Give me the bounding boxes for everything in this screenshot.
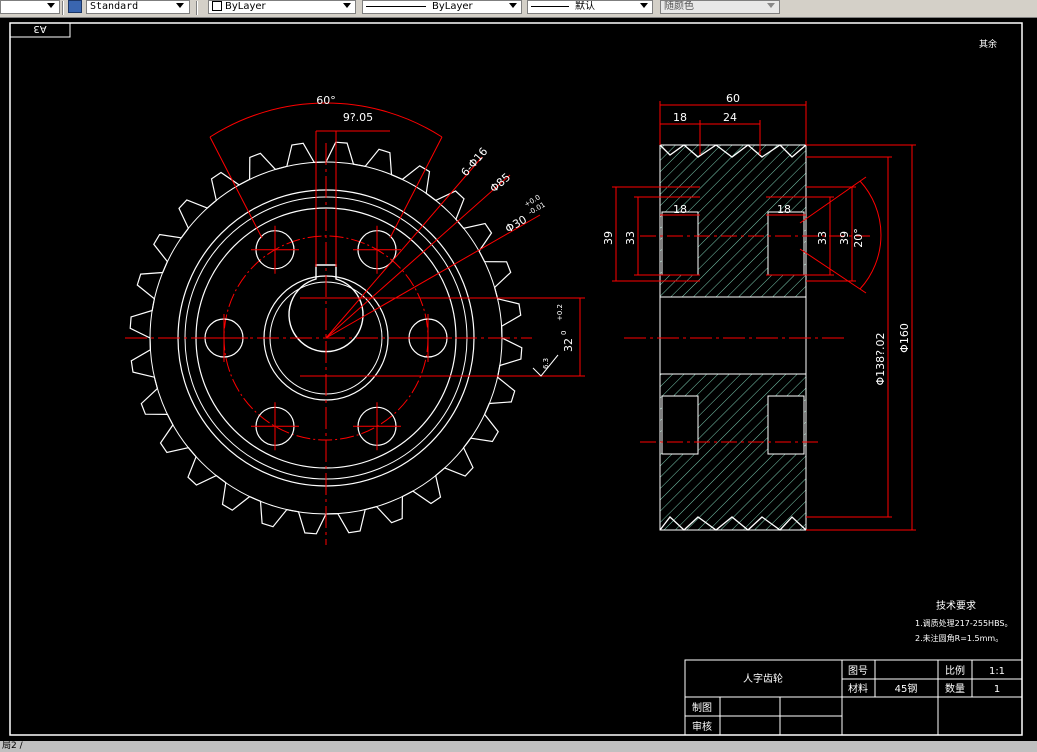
plot-style-value: 随颜色	[664, 1, 694, 12]
linetype-dropdown[interactable]: ByLayer	[362, 0, 522, 14]
layout-tabs[interactable]: 局2 /	[0, 741, 1037, 752]
plot-style-dropdown[interactable]: 随颜色	[660, 0, 780, 14]
dim-18-inner-right-text: 18	[777, 203, 791, 216]
angle-dimension-text: 60°	[316, 94, 336, 107]
sheet-size-label: A3	[33, 23, 46, 34]
gear-front-view: 60° 9?.05 6-Φ16 Φ85 Φ30 +0.0 -0.01 32 +0…	[125, 94, 585, 545]
scale-label: 比例	[945, 664, 965, 677]
lineweight-dropdown[interactable]: 默认	[527, 0, 653, 14]
checked-label: 审核	[692, 720, 712, 733]
key-width-text: 9?.05	[343, 111, 373, 124]
drawn-label: 制图	[692, 701, 712, 714]
notes-title: 技术要求	[936, 599, 976, 612]
dia-138-text: Φ138?.02	[874, 333, 887, 386]
dim-39-right-text: 39	[838, 231, 851, 245]
angle-extension-left	[209, 136, 263, 239]
holes-leader	[325, 156, 483, 339]
scale-value: 1:1	[989, 666, 1005, 677]
notes-line-2: 2.未注圆角R=1.5mm。	[915, 633, 1003, 643]
lineweight-value: 默认	[575, 1, 595, 12]
color-swatch-icon	[212, 1, 222, 11]
section-upper-half	[659, 144, 807, 298]
dim-60-text: 60	[726, 92, 740, 105]
angle-20-text: 20°	[852, 228, 865, 248]
angle-20-ext-top	[799, 176, 867, 224]
chevron-down-icon	[640, 3, 648, 8]
dim-33-left-text: 33	[624, 231, 637, 245]
material-label: 材料	[848, 682, 868, 695]
chevron-down-icon	[767, 3, 775, 8]
angle-20-ext-bottom	[799, 248, 867, 294]
dim-33-right-text: 33	[816, 231, 829, 245]
angle-extension-right	[389, 136, 443, 239]
layer-color-dropdown[interactable]: ByLayer	[208, 0, 356, 14]
dim-18-text: 18	[673, 111, 687, 124]
keyway-tolerance-2: 0	[560, 331, 568, 335]
section-lower-half	[659, 373, 807, 531]
bore-dimension-text: Φ30	[503, 213, 529, 236]
drawing-no-label: 图号	[848, 665, 868, 677]
keyway-dimension-text: 32	[562, 338, 575, 352]
chevron-down-icon	[509, 3, 517, 8]
sheet-border	[9, 22, 1023, 736]
text-style-dropdown[interactable]: Standard	[86, 0, 190, 14]
qty-value: 1	[994, 684, 1000, 695]
chevron-down-icon	[343, 3, 351, 8]
dim-18-inner-left-text: 18	[673, 203, 687, 216]
text-style-icon[interactable]	[68, 0, 82, 13]
dim-24-text: 24	[723, 111, 737, 124]
corner-note: 其余	[979, 38, 997, 50]
notes-line-1: 1.调质处理217-255HBS。	[915, 618, 1013, 628]
section-bore	[659, 296, 807, 375]
keyway-tolerance: +0.2	[556, 304, 564, 321]
dia-160-text: Φ160	[898, 323, 911, 353]
holes-dimension-text: 6-Φ16	[458, 145, 490, 179]
linetype-sample	[366, 5, 426, 7]
surface-finish-text: 6.3	[542, 358, 550, 369]
drawing-canvas[interactable]: A3 其余 60° 9?.05 6-Φ16 Φ85 Φ30 +0.0 -0.01	[0, 17, 1037, 741]
layer-color-value: ByLayer	[225, 1, 266, 12]
chevron-down-icon	[47, 3, 55, 8]
qty-label: 数量	[945, 682, 965, 695]
material-value: 45钢	[895, 682, 918, 695]
properties-toolbar: Standard ByLayer ByLayer 默认 随颜色	[0, 0, 1037, 18]
toolbar-separator	[62, 1, 64, 15]
layout-tab-label[interactable]: 局2 /	[2, 741, 23, 751]
text-style-value: Standard	[90, 1, 139, 12]
chevron-down-icon	[176, 3, 184, 8]
angle-dimension-arc	[209, 102, 443, 138]
lineweight-sample	[531, 5, 569, 7]
technical-notes: 技术要求 1.调质处理217-255HBS。 2.未注圆角R=1.5mm。	[915, 599, 1013, 643]
part-name: 人字齿轮	[743, 672, 783, 685]
dim-39-left-text: 39	[602, 231, 615, 245]
linetype-value: ByLayer	[432, 1, 473, 12]
toolbar-separator	[196, 1, 198, 15]
gear-section-view: 60 18 24 39 33 18 18 33 39 20° Φ138?.02 …	[602, 92, 916, 531]
